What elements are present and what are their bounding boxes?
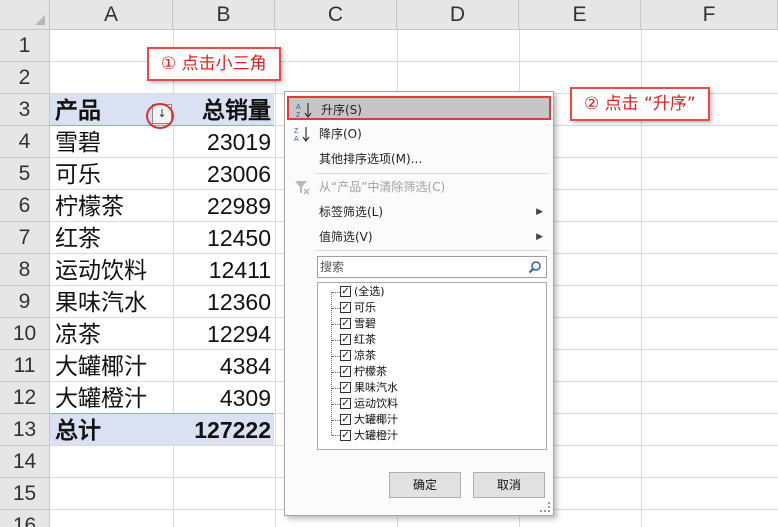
checkbox-checked-icon[interactable]: ✓ xyxy=(340,366,351,377)
pivot-item-value[interactable]: 12411 xyxy=(173,254,275,285)
column-header-a[interactable]: A xyxy=(50,0,173,30)
sort-ascending-icon: A Z xyxy=(296,103,312,119)
row-header-2[interactable]: 2 xyxy=(0,62,50,94)
row-header-11[interactable]: 11 xyxy=(0,350,50,382)
pivot-item-value[interactable]: 4309 xyxy=(173,382,275,413)
callout-highlight-ring xyxy=(146,103,174,129)
pivot-item-label[interactable]: 大罐橙汁 xyxy=(50,382,173,413)
checkbox-checked-icon[interactable]: ✓ xyxy=(340,302,351,313)
pivot-item-value[interactable]: 23006 xyxy=(173,158,275,189)
pivot-item-label[interactable]: 果味汽水 xyxy=(50,286,173,317)
column-header-c[interactable]: C xyxy=(275,0,397,30)
row-header-14[interactable]: 14 xyxy=(0,446,50,478)
pivot-item-value[interactable]: 12450 xyxy=(173,222,275,253)
row-header-4[interactable]: 4 xyxy=(0,126,50,158)
row-header-16[interactable]: 16 xyxy=(0,510,50,527)
select-all-corner[interactable] xyxy=(0,0,50,30)
menu-item-value-filter[interactable]: 值筛选(V) ▶ xyxy=(287,225,551,249)
submenu-arrow-icon: ▶ xyxy=(536,207,543,217)
sort-filter-menu: A Z 升序(S) Z A 降序(O) 其他排序选项(M)... 从“产品”中清… xyxy=(284,91,554,516)
pivot-total-value[interactable]: 127222 xyxy=(173,414,275,445)
menu-item-label: 升序(S) xyxy=(321,103,362,117)
pivot-item-value[interactable]: 22989 xyxy=(173,190,275,221)
menu-item-more-sort-options[interactable]: 其他排序选项(M)... xyxy=(287,147,551,171)
pivot-item-value[interactable]: 12294 xyxy=(173,318,275,349)
sort-descending-icon: Z A xyxy=(294,127,310,143)
menu-item-sort-descending[interactable]: Z A 降序(O) xyxy=(287,122,551,146)
clear-filter-icon xyxy=(295,181,310,195)
column-header-d[interactable]: D xyxy=(397,0,519,30)
menu-item-sort-ascending[interactable]: A Z 升序(S) xyxy=(287,96,551,120)
svg-text:Z: Z xyxy=(294,128,299,135)
menu-item-label: 值筛选(V) xyxy=(319,230,373,244)
svg-text:A: A xyxy=(296,104,301,111)
row-header-7[interactable]: 7 xyxy=(0,222,50,254)
pivot-item-value[interactable]: 23019 xyxy=(173,126,275,157)
pivot-item-label[interactable]: 雪碧 xyxy=(50,126,173,157)
column-header-e[interactable]: E xyxy=(519,0,641,30)
menu-item-label: 从“产品”中清除筛选(C) xyxy=(319,180,446,194)
search-input[interactable]: 搜索 xyxy=(317,256,547,278)
row-header-15[interactable]: 15 xyxy=(0,478,50,510)
ok-button[interactable]: 确定 xyxy=(389,472,461,498)
pivot-value-header[interactable]: 总销量 xyxy=(173,94,275,125)
menu-item-label: 其他排序选项(M)... xyxy=(319,152,423,166)
row-header-13[interactable]: 13 xyxy=(0,414,50,446)
menu-item-label-filter[interactable]: 标签筛选(L) ▶ xyxy=(287,200,551,224)
menu-item-clear-filter[interactable]: 从“产品”中清除筛选(C) xyxy=(287,175,551,199)
checkbox-checked-icon[interactable]: ✓ xyxy=(340,414,351,425)
menu-item-label: 降序(O) xyxy=(319,127,362,141)
pivot-item-label[interactable]: 可乐 xyxy=(50,158,173,189)
pivot-item-label[interactable]: 红茶 xyxy=(50,222,173,253)
svg-text:A: A xyxy=(294,136,299,143)
search-icon xyxy=(528,261,541,274)
pivot-item-label[interactable]: 柠檬茶 xyxy=(50,190,173,221)
callout-step-2: ② 点击 “升序” xyxy=(570,87,710,121)
column-header-b[interactable]: B xyxy=(173,0,275,30)
pivot-item-label[interactable]: 凉茶 xyxy=(50,318,173,349)
row-header-9[interactable]: 9 xyxy=(0,286,50,318)
row-header-10[interactable]: 10 xyxy=(0,318,50,350)
column-header-f[interactable]: F xyxy=(641,0,778,30)
pivot-item-label[interactable]: 大罐椰汁 xyxy=(50,350,173,381)
submenu-arrow-icon: ▶ xyxy=(536,232,543,242)
cancel-button[interactable]: 取消 xyxy=(473,472,545,498)
checkbox-checked-icon[interactable]: ✓ xyxy=(340,350,351,361)
row-header-1[interactable]: 1 xyxy=(0,30,50,62)
checkbox-checked-icon[interactable]: ✓ xyxy=(340,382,351,393)
row-header-3[interactable]: 3 xyxy=(0,94,50,126)
row-header-12[interactable]: 12 xyxy=(0,382,50,414)
checkbox-checked-icon[interactable]: ✓ xyxy=(340,318,351,329)
search-placeholder: 搜索 xyxy=(320,260,345,274)
pivot-item-value[interactable]: 12360 xyxy=(173,286,275,317)
pivot-item-value[interactable]: 4384 xyxy=(173,350,275,381)
resize-grip-icon[interactable] xyxy=(540,502,550,512)
pivot-item-label[interactable]: 运动饮料 xyxy=(50,254,173,285)
pivot-total-label[interactable]: 总计 xyxy=(50,414,173,445)
menu-item-label: 标签筛选(L) xyxy=(319,205,384,219)
svg-text:Z: Z xyxy=(296,112,301,119)
callout-step-1: ① 点击小三角 xyxy=(147,47,281,81)
checkbox-checked-icon[interactable]: ✓ xyxy=(340,398,351,409)
checkbox-checked-icon[interactable]: ✓ xyxy=(340,430,351,441)
checkbox-checked-icon[interactable]: ✓ xyxy=(340,286,351,297)
checkbox-checked-icon[interactable]: ✓ xyxy=(340,334,351,345)
row-header-6[interactable]: 6 xyxy=(0,190,50,222)
pivot-row-label-header[interactable]: 产品 xyxy=(50,94,150,125)
filter-item-list: ✓ (全选) ✓ 可乐 ✓ 雪碧 ✓ 红茶 ✓ 凉茶 ✓ 柠檬茶 ✓ 果味汽水 ✓ 运动饮料 ✓… xyxy=(317,282,547,450)
row-header-8[interactable]: 8 xyxy=(0,254,50,286)
row-header-5[interactable]: 5 xyxy=(0,158,50,190)
